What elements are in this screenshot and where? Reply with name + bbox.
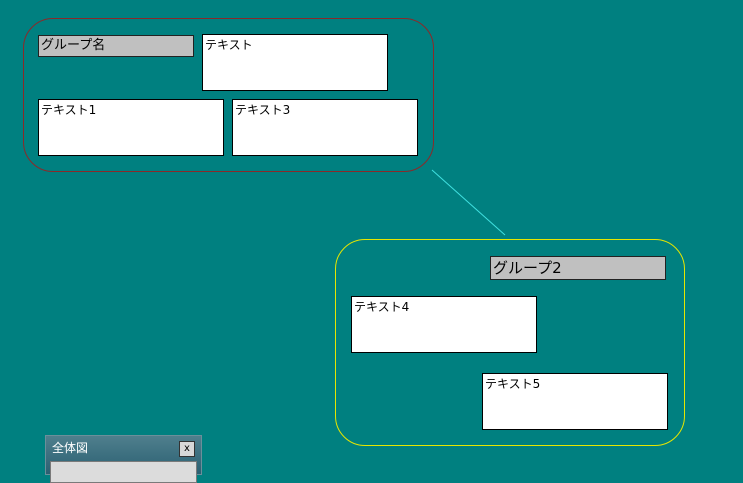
group-name-label-2[interactable]: グループ2: [490, 256, 666, 280]
overview-panel[interactable]: [50, 461, 197, 483]
text-node-1[interactable]: テキスト: [202, 34, 388, 91]
text-node-2[interactable]: テキスト1: [38, 99, 224, 156]
overview-title: 全体図: [52, 441, 89, 455]
overview-window[interactable]: 全体図 x: [45, 435, 202, 483]
text-node-5[interactable]: テキスト5: [482, 373, 668, 430]
text-node-3[interactable]: テキスト3: [232, 99, 418, 156]
close-icon[interactable]: x: [179, 441, 195, 457]
text-node-4[interactable]: テキスト4: [351, 296, 537, 353]
group-name-label-1[interactable]: グループ名: [38, 35, 194, 57]
